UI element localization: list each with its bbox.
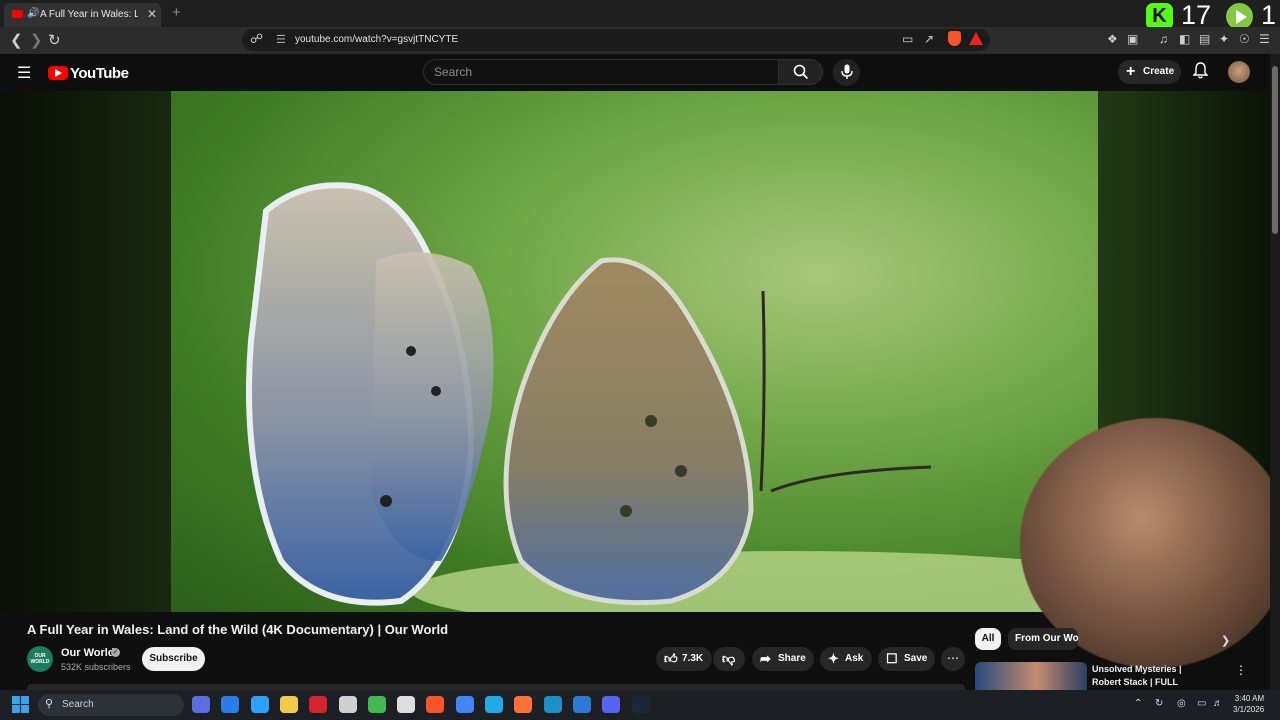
menu-icon[interactable]: ☰ <box>1259 32 1270 46</box>
taskbar-app-icon[interactable] <box>543 696 562 713</box>
tray-app-icon[interactable]: ↻ <box>1155 698 1163 709</box>
share-button[interactable]: ➦ Share <box>752 647 814 671</box>
save-button[interactable]: ☐ Save <box>878 647 935 671</box>
subscribe-button[interactable]: Subscribe <box>142 647 205 671</box>
tab-close-icon[interactable]: ✕ <box>147 7 157 21</box>
butterflies-image <box>246 182 1098 612</box>
channel-avatar[interactable]: OUR WORLD <box>27 646 53 672</box>
taskbar-app-icon[interactable] <box>221 696 240 713</box>
thumbs-down-icon: 👎︎ <box>722 651 736 666</box>
video-title: A Full Year in Wales: Land of the Wild (… <box>27 622 449 637</box>
forward-icon[interactable]: ❯ <box>30 31 43 49</box>
share-icon[interactable]: ↗ <box>924 32 934 46</box>
bookmark-icon[interactable]: ☍ <box>250 31 263 47</box>
browser-tab-strip <box>0 0 1280 27</box>
ask-label: Ask <box>845 653 864 664</box>
taskbar-app-icon[interactable] <box>192 696 210 713</box>
reload-icon[interactable]: ↻ <box>48 31 61 49</box>
thumbs-up-icon: 👍︎ <box>664 651 678 666</box>
network-icon[interactable]: ▭ <box>1197 698 1206 709</box>
save-label: Save <box>904 653 928 664</box>
verified-check-icon: ✓ <box>111 648 120 657</box>
share-arrow-icon: ➦ <box>760 651 771 666</box>
taskbar-search-label: Search <box>62 699 94 710</box>
taskbar-app-icon[interactable] <box>631 696 650 713</box>
back-icon[interactable]: ❮ <box>10 31 23 49</box>
brave-rewards-icon[interactable] <box>969 32 983 45</box>
clock-date: 3/1/2026 <box>1233 705 1265 714</box>
brave-shield-icon[interactable] <box>948 31 961 46</box>
sidebar-icon[interactable]: ◧ <box>1179 32 1190 46</box>
taskbar-app-icon[interactable] <box>279 696 298 713</box>
taskbar-app-icon[interactable] <box>309 696 328 713</box>
volume-icon[interactable]: ♬ <box>1213 698 1223 709</box>
taskbar-app-icon[interactable] <box>602 696 621 713</box>
notifications-bell-icon[interactable] <box>1193 62 1208 79</box>
taskbar-app-icon[interactable] <box>572 696 591 713</box>
chip-from-channel[interactable]: From Our World <box>1008 628 1078 650</box>
plus-icon: + <box>1126 63 1136 80</box>
recommended-thumbnail[interactable] <box>975 662 1087 692</box>
taskbar-app-icon[interactable] <box>338 696 357 713</box>
more-actions-icon[interactable]: ⋯ <box>941 647 965 671</box>
windows-start-icon[interactable] <box>12 696 29 713</box>
taskbar-clock[interactable]: 3:40 AM 3/1/2026 <box>1233 693 1264 715</box>
screenshot-icon[interactable]: ▣ <box>1127 32 1138 46</box>
taskbar-app-icon[interactable] <box>397 696 416 713</box>
media-icon[interactable]: ♫ <box>1159 32 1168 46</box>
youtube-logo-text[interactable]: YouTube <box>70 65 129 82</box>
voice-search-button[interactable] <box>833 59 860 86</box>
youtube-favicon-icon <box>12 10 23 18</box>
browser-tab[interactable]: 🔊 A Full Year in Wales: Land of the Wild… <box>4 3 161 27</box>
taskbar-app-icon[interactable] <box>426 696 445 713</box>
search-icon: ⚲ <box>45 698 54 710</box>
guide-menu-icon[interactable]: ☰ <box>17 63 31 83</box>
sparkle-icon: ✦ <box>828 651 839 666</box>
youtube-logo-icon[interactable] <box>48 66 68 80</box>
leo-icon[interactable]: ✦ <box>1219 32 1229 46</box>
rumble-extension-icon[interactable] <box>1226 3 1253 30</box>
site-info-icon[interactable]: ☰ <box>276 33 286 46</box>
url-text[interactable]: youtube.com/watch?v=gsvjtTNCYTE <box>295 34 458 45</box>
taskbar-app-icon[interactable] <box>455 696 474 713</box>
like-button[interactable]: 👍︎ 7.3K <box>656 647 712 671</box>
vpn-icon[interactable]: ☉ <box>1239 32 1250 46</box>
taskbar-app-icon[interactable] <box>250 696 269 713</box>
search-input[interactable] <box>423 59 779 85</box>
cast-icon[interactable]: ▭ <box>902 32 913 46</box>
chip-all[interactable]: All <box>975 628 1001 650</box>
taskbar-app-icon[interactable] <box>485 696 503 713</box>
create-button[interactable]: + Create <box>1118 60 1181 84</box>
wallet-icon[interactable]: ▤ <box>1199 32 1210 46</box>
tab-title: A Full Year in Wales: Land of the Wild (… <box>40 9 138 20</box>
tray-chevron-icon[interactable]: ⌃ <box>1134 698 1142 709</box>
video-frame[interactable] <box>171 91 1098 612</box>
scrollbar-thumb[interactable] <box>1272 66 1278 234</box>
search-icon <box>793 64 809 80</box>
channel-name[interactable]: Our World <box>61 647 115 659</box>
audio-playing-icon[interactable]: 🔊 <box>27 8 39 19</box>
ask-button[interactable]: ✦ Ask <box>820 647 872 671</box>
subscriber-count: 532K subscribers <box>61 662 131 672</box>
like-count: 7.3K <box>682 653 704 664</box>
taskbar-app-icon[interactable] <box>367 696 386 713</box>
new-tab-button[interactable]: + <box>172 4 181 21</box>
kick-extension-icon[interactable]: K <box>1146 3 1173 30</box>
ambient-left <box>0 91 171 612</box>
clock-time: 3:40 AM <box>1234 694 1265 703</box>
chevron-right-icon[interactable]: ❯ <box>1221 634 1230 647</box>
extensions-icon[interactable]: ❖ <box>1107 32 1118 46</box>
create-label: Create <box>1143 66 1175 77</box>
share-label: Share <box>778 653 806 664</box>
dislike-button[interactable]: 👎︎ <box>713 647 745 671</box>
search-button[interactable] <box>779 59 823 85</box>
recommended-menu-icon[interactable]: ⋮ <box>1235 663 1247 677</box>
bookmark-save-icon: ☐ <box>886 651 898 666</box>
account-avatar[interactable] <box>1228 61 1250 83</box>
microphone-tray-icon[interactable]: ◎ <box>1177 698 1186 709</box>
taskbar-search[interactable]: ⚲ Search <box>38 694 184 716</box>
taskbar-app-icon[interactable] <box>514 696 533 713</box>
microphone-icon <box>841 64 853 79</box>
